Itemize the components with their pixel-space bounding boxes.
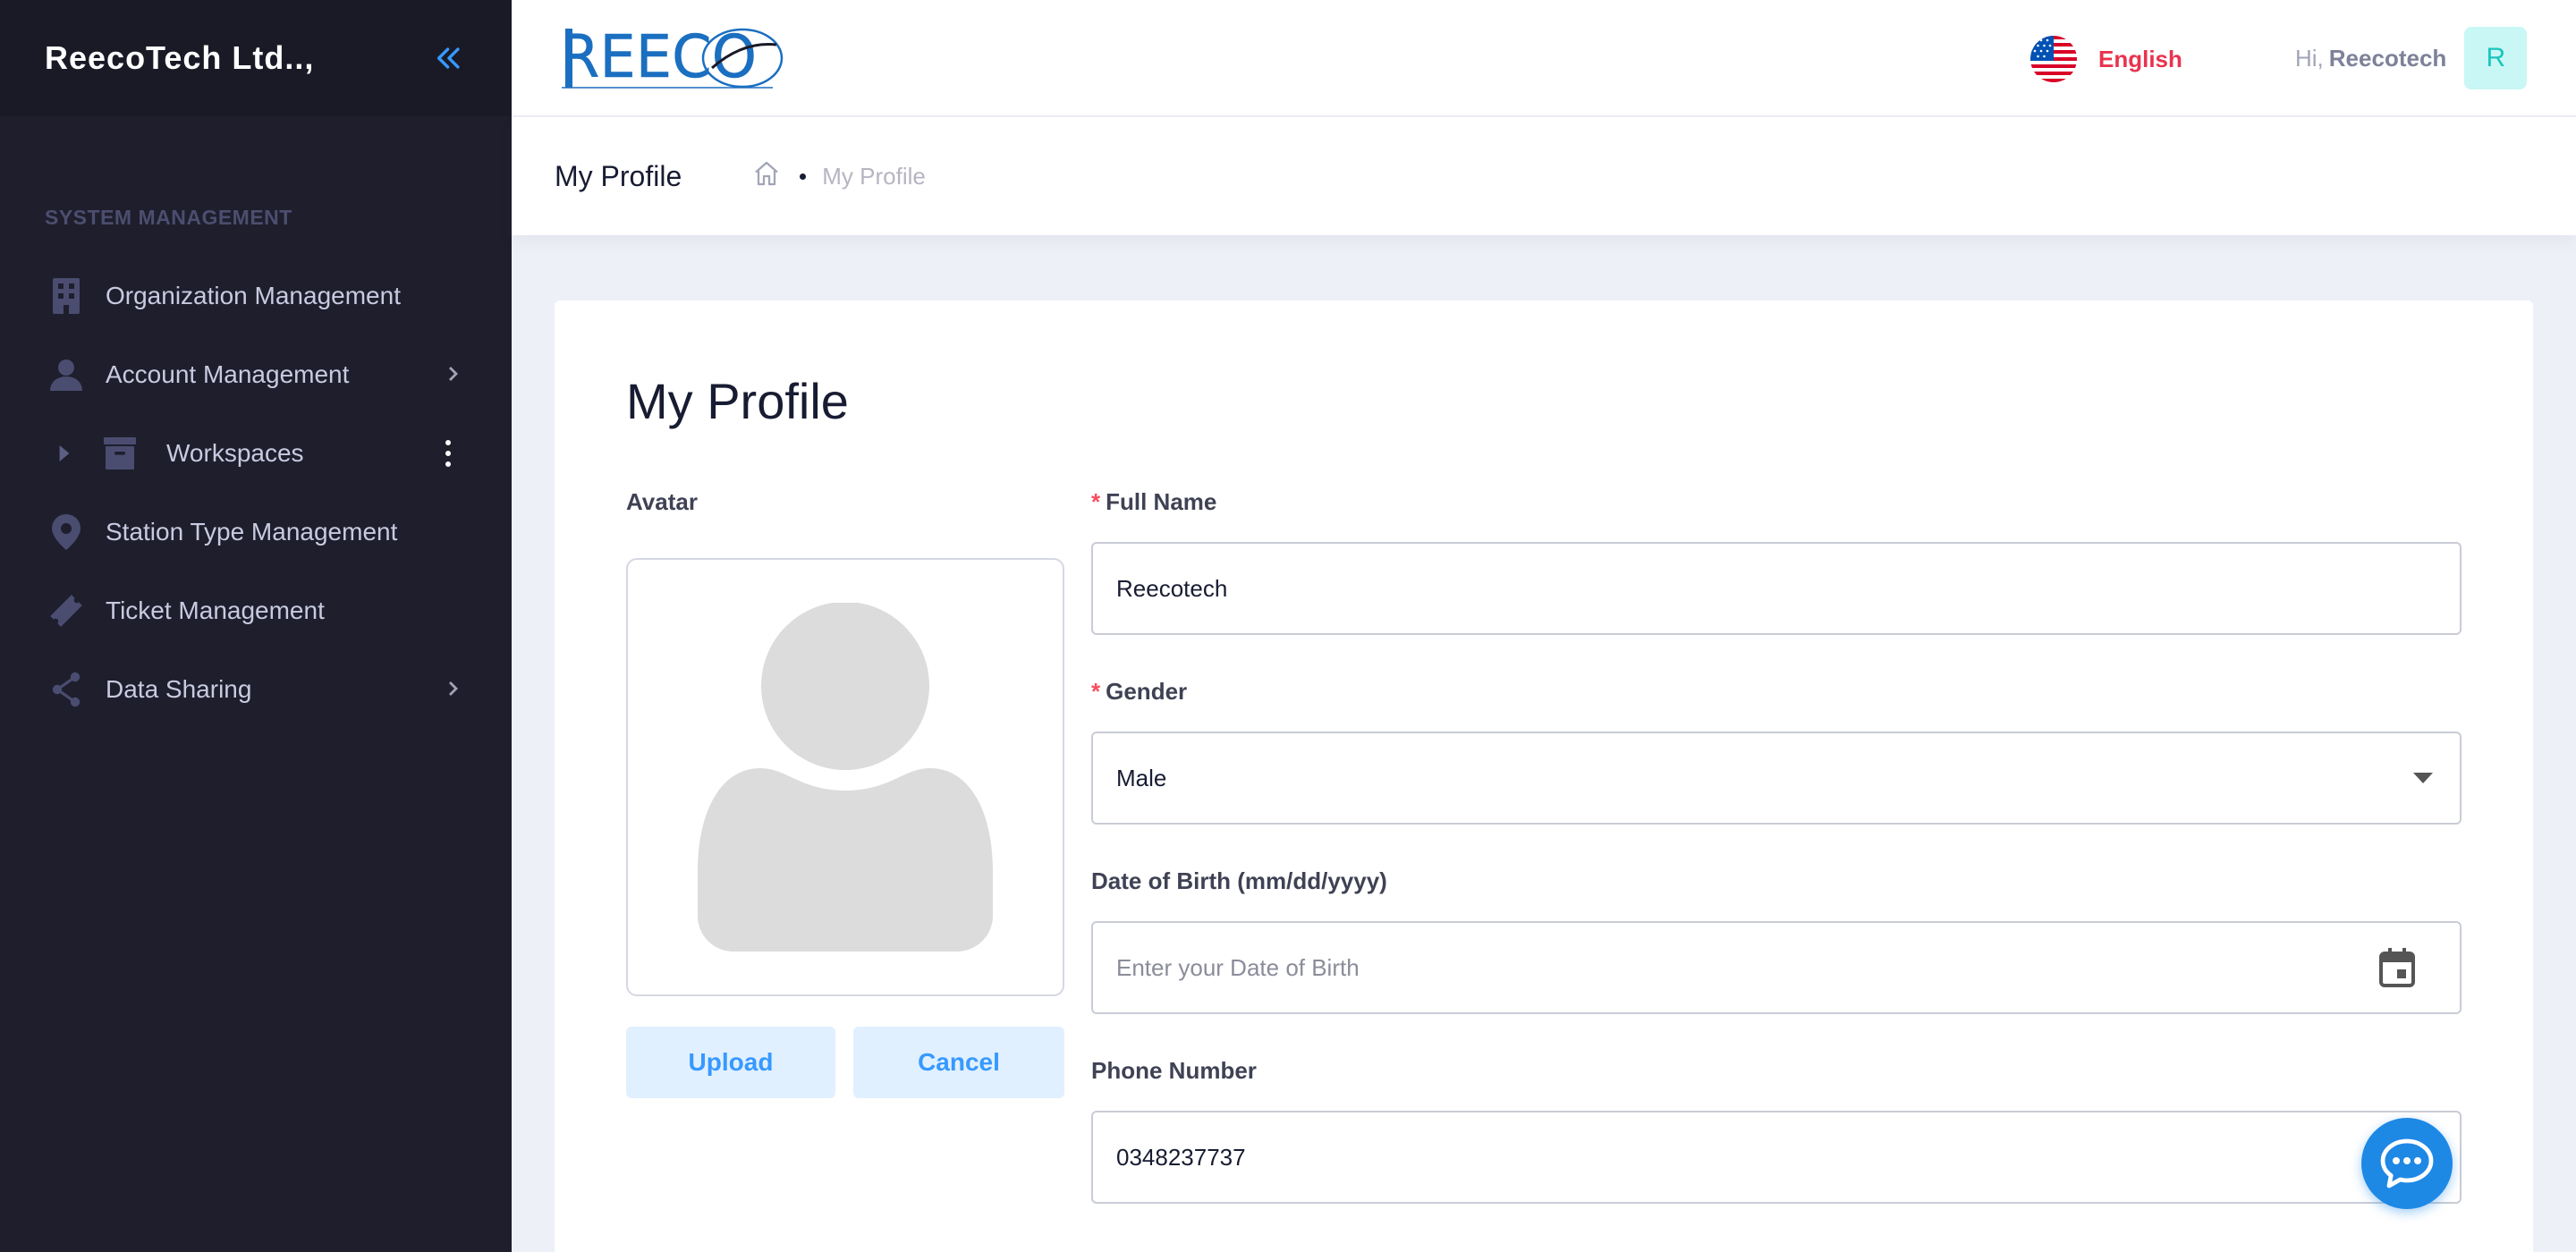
building-icon <box>45 275 88 317</box>
greeting-text: Hi, <box>2295 44 2324 72</box>
section-title: SYSTEM MANAGEMENT <box>45 206 292 229</box>
avatar-placeholder-icon <box>698 603 993 952</box>
sidebar-item-label: Account Management <box>106 360 350 388</box>
card-title: My Profile <box>626 373 849 429</box>
dob-placeholder: Enter your Date of Birth <box>1116 953 1360 981</box>
top-header: REECO English Hi, Reecotech R <box>512 0 2576 116</box>
calendar-icon[interactable] <box>2379 948 2415 987</box>
home-icon[interactable] <box>753 160 780 193</box>
chevron-right-icon <box>447 360 460 389</box>
page-title: My Profile <box>555 159 682 192</box>
dob-field[interactable]: Enter your Date of Birth <box>1091 921 2462 1014</box>
sidebar-item-label: Station Type Management <box>106 518 398 546</box>
user-avatar[interactable]: R <box>2464 27 2528 89</box>
avatar-label: Avatar <box>626 488 698 515</box>
user-menu[interactable]: Hi, Reecotech R <box>2295 27 2528 89</box>
avatar-preview <box>626 558 1064 996</box>
phone-value: 0348237737 <box>1116 1143 1246 1171</box>
caret-right-icon <box>59 445 70 461</box>
sidebar-item-ticket-management[interactable]: Ticket Management <box>0 571 512 650</box>
gender-label: * Gender <box>1091 678 1187 706</box>
breadcrumb-separator <box>800 173 807 180</box>
chevron-right-icon <box>447 675 460 704</box>
upload-button[interactable]: Upload <box>626 1027 835 1098</box>
more-options-icon[interactable] <box>445 440 451 467</box>
gender-select[interactable]: Male <box>1091 732 2462 825</box>
collapse-sidebar-button[interactable] <box>431 40 467 76</box>
us-flag-icon <box>2030 36 2077 82</box>
subheader: My Profile My Profile <box>512 117 2576 235</box>
cancel-button[interactable]: Cancel <box>853 1027 1064 1098</box>
full-name-value: Reecotech <box>1116 574 1228 602</box>
language-switcher[interactable]: English <box>2030 36 2182 82</box>
chat-support-button[interactable] <box>2361 1118 2453 1209</box>
breadcrumb-current: My Profile <box>822 162 926 190</box>
sidebar-item-label: Ticket Management <box>106 596 325 624</box>
sidebar-item-station-type-management[interactable]: Station Type Management <box>0 493 512 571</box>
full-name-label-text: Full Name <box>1106 488 1217 515</box>
caret-down-icon <box>2413 773 2433 783</box>
username-text: Reecotech <box>2328 44 2447 72</box>
breadcrumb: My Profile <box>753 160 926 193</box>
brand-name: ReecoTech Ltd.., <box>45 39 315 76</box>
gender-label-text: Gender <box>1106 678 1188 705</box>
sidebar-item-account-management[interactable]: Account Management <box>0 335 512 414</box>
archive-box-icon <box>98 432 141 475</box>
share-icon <box>45 668 88 711</box>
location-pin-icon <box>45 511 88 554</box>
chat-bubble-icon <box>2380 1138 2434 1189</box>
profile-card: My Profile Avatar Upload Cancel * Full Na… <box>555 300 2533 1252</box>
ticket-icon <box>45 589 88 632</box>
required-asterisk: * <box>1091 678 1101 705</box>
sidebar-item-data-sharing[interactable]: Data Sharing <box>0 650 512 729</box>
double-chevron-left-icon <box>436 47 460 69</box>
sidebar: ReecoTech Ltd.., SYSTEM MANAGEMENT Organ… <box>0 0 512 1252</box>
gender-value: Male <box>1116 764 1167 791</box>
full-name-label: * Full Name <box>1091 488 1216 516</box>
user-icon <box>45 353 88 396</box>
phone-label: Phone Number <box>1091 1057 1257 1084</box>
sidebar-header: ReecoTech Ltd.., <box>0 0 512 116</box>
reeco-logo[interactable]: REECO <box>558 22 787 93</box>
required-asterisk: * <box>1091 488 1101 515</box>
sidebar-item-label: Data Sharing <box>106 675 252 703</box>
phone-field[interactable]: 0348237737 <box>1091 1111 2462 1204</box>
full-name-field[interactable]: Reecotech <box>1091 542 2462 635</box>
sidebar-item-label: Workspaces <box>166 439 304 467</box>
sidebar-item-label: Organization Management <box>106 282 401 309</box>
language-label: English <box>2098 45 2182 72</box>
sidebar-item-organization-management[interactable]: Organization Management <box>0 257 512 335</box>
dob-label: Date of Birth (mm/dd/yyyy) <box>1091 867 1387 894</box>
sidebar-item-workspaces[interactable]: Workspaces <box>0 414 512 493</box>
